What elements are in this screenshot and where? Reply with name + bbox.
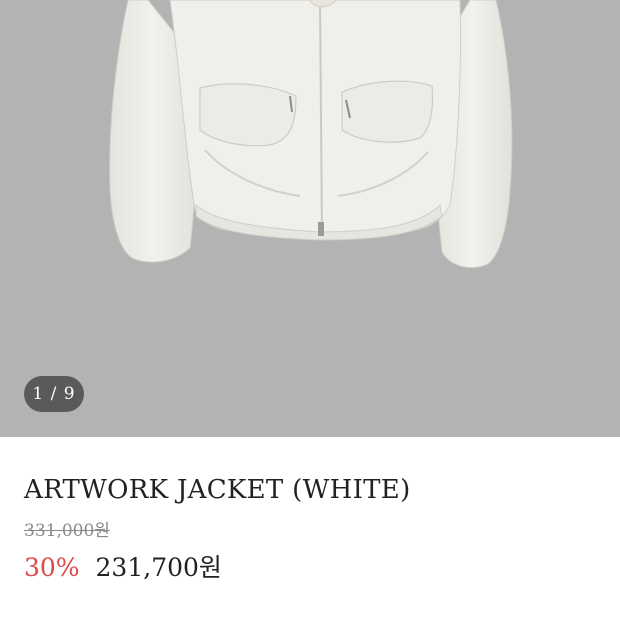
image-page-counter: 1 / 9	[24, 376, 84, 412]
product-image-gallery[interactable]: 1 / 9	[0, 0, 620, 437]
product-info: ARTWORK JACKET (WHITE) 331,000원 30% 231,…	[24, 470, 596, 586]
sale-price: 231,700원	[95, 553, 222, 582]
discount-rate: 30%	[24, 553, 80, 582]
original-price: 331,000원	[24, 521, 110, 541]
price-row: 30% 231,700원	[24, 550, 596, 586]
product-title: ARTWORK JACKET (WHITE)	[24, 475, 411, 505]
product-image	[109, 0, 513, 268]
